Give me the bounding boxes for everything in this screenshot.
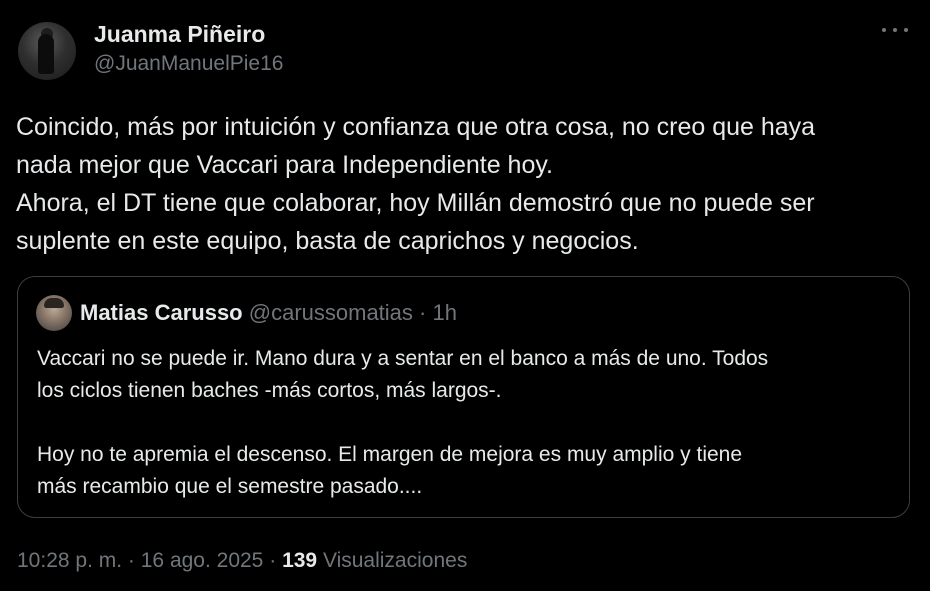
avatar-hair: [44, 298, 64, 308]
author-names: Juanma Piñeiro @JuanManuelPie16: [94, 20, 283, 78]
author-display-name[interactable]: Juanma Piñeiro: [94, 20, 283, 48]
tweet-metadata: 10:28 p. m. · 16 ago. 2025 · 139 Visuali…: [17, 547, 467, 575]
tweet: Juanma Piñeiro @JuanManuelPie16 Coincido…: [0, 0, 930, 591]
quoted-tweet-text: Vaccari no se puede ir. Mano dura y a se…: [37, 343, 893, 503]
quoted-tweet[interactable]: Matias Carusso @carussomatias · 1h Vacca…: [17, 276, 910, 518]
dot: [893, 28, 897, 32]
metadata-separator: ·: [127, 549, 135, 572]
quoted-text-line: Hoy no te apremia el descenso. El margen…: [37, 443, 743, 466]
tweet-text: Coincido, más por intuición y confianza …: [16, 108, 910, 260]
quoted-time: 1h: [432, 300, 457, 325]
quoted-text-line: los ciclos tienen baches -más cortos, má…: [37, 379, 502, 402]
tweet-text-line: suplente en este equipo, basta de capric…: [16, 227, 639, 255]
quoted-text-line: más recambio que el semestre pasado....: [37, 475, 423, 498]
author-handle[interactable]: @JuanManuelPie16: [94, 50, 283, 78]
avatar-figure: [38, 34, 54, 74]
views-label: Visualizaciones: [322, 549, 468, 572]
quoted-tweet-header: Matias Carusso @carussomatias · 1h: [80, 299, 457, 327]
tweet-date[interactable]: 16 ago. 2025: [141, 549, 264, 572]
quoted-text-line: Vaccari no se puede ir. Mano dura y a se…: [37, 347, 769, 370]
quoted-separator: ·: [419, 300, 427, 325]
quoted-author-handle: @carussomatias: [248, 300, 413, 325]
tweet-time[interactable]: 10:28 p. m.: [17, 549, 122, 572]
views-count: 139: [282, 549, 318, 572]
tweet-text-line: Ahora, el DT tiene que colaborar, hoy Mi…: [16, 189, 815, 217]
tweet-text-line: Coincido, más por intuición y confianza …: [16, 113, 816, 141]
dot: [904, 28, 908, 32]
tweet-text-line: nada mejor que Vaccari para Independient…: [16, 151, 553, 179]
quoted-author-avatar: [36, 295, 72, 331]
quoted-author-display-name: Matias Carusso: [80, 300, 243, 325]
more-options-icon[interactable]: [882, 20, 908, 40]
author-avatar[interactable]: [18, 22, 76, 80]
metadata-separator: ·: [269, 549, 277, 572]
tweet-header: Juanma Piñeiro @JuanManuelPie16: [18, 16, 912, 86]
dot: [882, 28, 886, 32]
